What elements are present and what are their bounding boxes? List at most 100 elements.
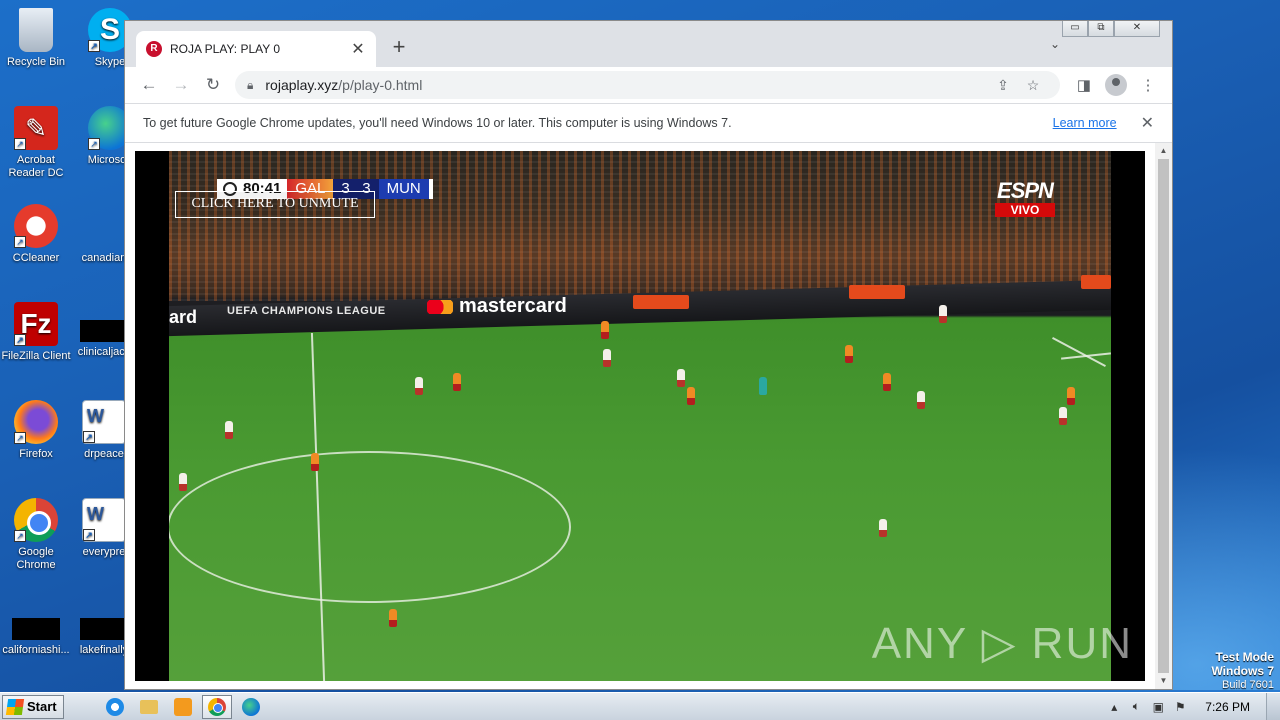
- clock[interactable]: 7:26 PM: [1205, 700, 1250, 714]
- scroll-down-arrow-icon[interactable]: ▼: [1155, 673, 1172, 689]
- bookmark-star-icon[interactable]: ☆: [1018, 77, 1048, 94]
- internet-explorer-icon: [105, 697, 124, 716]
- window-controls: ▭ ⧉ ✕: [1062, 21, 1160, 37]
- chrome-icon: [207, 697, 226, 716]
- system-tray: ▴ 🔈︎ ▣ ⚑ 7:26 PM: [1103, 693, 1280, 720]
- folder-icon: [139, 699, 158, 714]
- profile-avatar-icon[interactable]: [1105, 74, 1127, 96]
- ad-board-orange: [633, 295, 689, 309]
- tab-close-icon[interactable]: ✕: [350, 39, 366, 59]
- roja-favicon-icon: R: [146, 41, 162, 57]
- desktop-icon-ccleaner[interactable]: ↗ CCleaner: [0, 204, 72, 265]
- learn-more-link[interactable]: Learn more: [1053, 116, 1117, 130]
- reload-icon[interactable]: ↻: [197, 71, 229, 99]
- desktop-icon-label: Acrobat Reader DC: [8, 154, 64, 179]
- espn-logo-text: ESPN: [997, 178, 1054, 203]
- url-host: rojaplay.xyz: [265, 77, 339, 93]
- desktop-icon-firefox[interactable]: ↗ Firefox: [0, 400, 72, 461]
- desktop-icon-label: CCleaner: [12, 252, 60, 264]
- desktop-icon-filezilla[interactable]: Fz ↗ FileZilla Client: [0, 302, 72, 363]
- lock-icon[interactable]: 🔒︎: [247, 78, 253, 93]
- video-frame[interactable]: ard UEFA CHAMPIONS LEAGUE mastercard 80:…: [169, 151, 1111, 681]
- infobar-close-icon[interactable]: ✕: [1141, 113, 1154, 133]
- start-label: Start: [27, 699, 57, 714]
- show-desktop-button[interactable]: [1266, 693, 1280, 720]
- media-player-icon: [173, 697, 192, 716]
- video-player[interactable]: ard UEFA CHAMPIONS LEAGUE mastercard 80:…: [135, 151, 1145, 681]
- ad-mastercard-text: mastercard: [427, 295, 567, 318]
- player-figure: [883, 373, 891, 391]
- file-icon: [12, 618, 60, 640]
- player-figure: [879, 519, 887, 537]
- volume-icon[interactable]: 🔈︎: [1125, 699, 1147, 714]
- scrollbar-thumb[interactable]: [1158, 159, 1169, 673]
- close-window-button[interactable]: ✕: [1114, 21, 1160, 37]
- desktop-icon-chrome[interactable]: ↗ Google Chrome: [0, 498, 72, 572]
- live-badge: VIVO: [995, 203, 1055, 217]
- infobar-message: To get future Google Chrome updates, you…: [143, 116, 732, 130]
- player-figure: [179, 473, 187, 491]
- word-icon: W ↗: [82, 498, 126, 542]
- restore-button[interactable]: ⧉: [1088, 21, 1114, 37]
- back-arrow-icon[interactable]: ←: [133, 71, 165, 99]
- test-mode-line: Test Mode: [1215, 650, 1274, 664]
- ad-board-orange: [1081, 275, 1111, 289]
- player-figure: [601, 321, 609, 339]
- taskbar-ie[interactable]: [100, 695, 130, 719]
- menu-kebab-icon[interactable]: ⋮: [1132, 76, 1164, 94]
- box-line: [1052, 337, 1106, 367]
- stadium-crowd: [169, 151, 1111, 301]
- url-text[interactable]: rojaplay.xyz/p/play-0.html: [265, 77, 988, 93]
- address-bar[interactable]: 🔒︎ rojaplay.xyz/p/play-0.html ⇪ ☆: [235, 71, 1060, 99]
- desktop-icon-label: Recycle Bin: [6, 56, 66, 68]
- desktop-icon-recycle-bin[interactable]: Recycle Bin: [0, 8, 72, 69]
- player-figure: [677, 369, 685, 387]
- ccleaner-icon: ↗: [14, 204, 58, 248]
- minimize-button[interactable]: ▭: [1062, 21, 1088, 37]
- browser-toolbar: ← → ↻ 🔒︎ rojaplay.xyz/p/play-0.html ⇪ ☆ …: [125, 67, 1172, 103]
- player-figure: [939, 305, 947, 323]
- unmute-button[interactable]: CLICK HERE TO UNMUTE: [175, 191, 375, 218]
- tab-roja-play[interactable]: R ROJA PLAY: PLAY 0 ✕: [136, 31, 376, 67]
- filezilla-icon: Fz ↗: [14, 302, 58, 346]
- scroll-up-arrow-icon[interactable]: ▲: [1155, 143, 1172, 159]
- chrome-icon: ↗: [14, 498, 58, 542]
- edge-icon: [241, 697, 260, 716]
- player-figure: [415, 377, 423, 395]
- page-scrollbar[interactable]: ▲ ▼: [1155, 143, 1172, 689]
- player-figure: [1059, 407, 1067, 425]
- word-icon: W ↗: [82, 400, 126, 444]
- taskbar-explorer[interactable]: [134, 695, 164, 719]
- player-figure: [603, 349, 611, 367]
- windows-flag-icon: [5, 698, 25, 715]
- tab-title: ROJA PLAY: PLAY 0: [170, 42, 281, 56]
- tab-search-chevron-icon[interactable]: ⌄: [1050, 37, 1060, 51]
- desktop-icon-californiashi[interactable]: californiashi...: [0, 600, 72, 657]
- tray-expand-icon[interactable]: ▴: [1103, 700, 1125, 714]
- url-path: /p/play-0.html: [338, 77, 423, 93]
- side-panel-icon[interactable]: ◨: [1068, 76, 1100, 94]
- update-infobar: To get future Google Chrome updates, you…: [125, 103, 1172, 143]
- center-circle: [169, 451, 571, 603]
- forward-arrow-icon[interactable]: →: [165, 71, 197, 99]
- file-icon: [82, 204, 126, 248]
- ad-card-text: ard: [169, 307, 198, 327]
- recycle-bin-icon: [19, 8, 53, 52]
- network-icon[interactable]: ▣: [1147, 700, 1169, 714]
- start-button[interactable]: Start: [2, 694, 64, 719]
- taskbar-edge[interactable]: [236, 695, 266, 719]
- player-figure: [453, 373, 461, 391]
- ad-ucl-text: UEFA CHAMPIONS LEAGUE: [227, 305, 386, 317]
- desktop-icon-acrobat[interactable]: ✎ ↗ Acrobat Reader DC: [0, 106, 72, 180]
- taskbar-media-player[interactable]: [168, 695, 198, 719]
- page-content: ard UEFA CHAMPIONS LEAGUE mastercard 80:…: [125, 143, 1172, 689]
- share-icon[interactable]: ⇪: [988, 77, 1018, 94]
- desktop-icon-label: Firefox: [19, 448, 53, 460]
- action-center-flag-icon[interactable]: ⚑: [1169, 700, 1191, 714]
- taskbar: Start ▴ 🔈︎ ▣ ⚑ 7:26 PM: [0, 692, 1280, 720]
- new-tab-button[interactable]: +: [387, 35, 411, 59]
- player-figure: [917, 391, 925, 409]
- taskbar-chrome[interactable]: [201, 694, 232, 719]
- tab-strip: R ROJA PLAY: PLAY 0 ✕ + ⌄ ▭ ⧉ ✕: [125, 21, 1172, 67]
- firefox-icon: ↗: [14, 400, 58, 444]
